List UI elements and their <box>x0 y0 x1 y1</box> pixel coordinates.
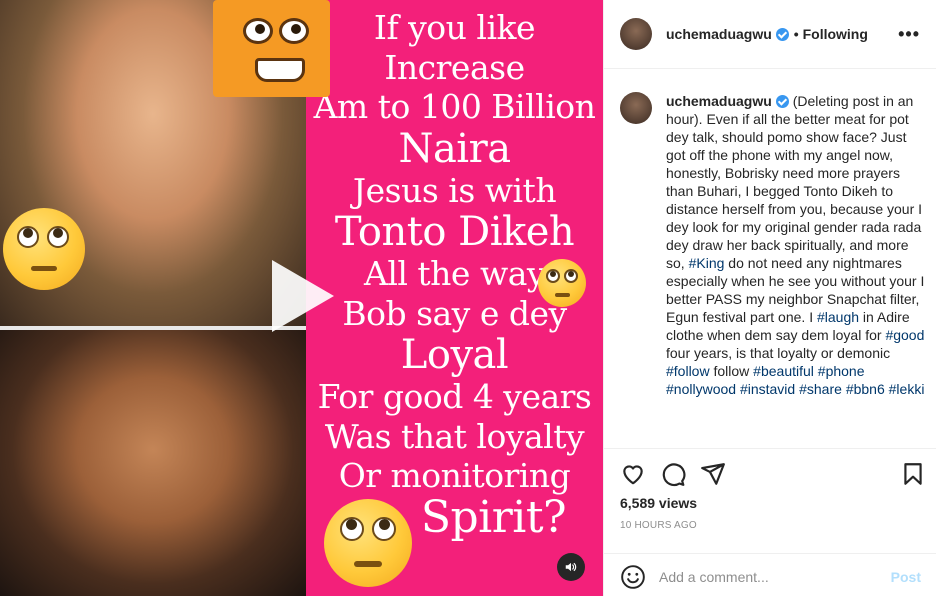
post-comment-button[interactable]: Post <box>891 569 921 585</box>
post-details-panel: uchemaduagwu • Following ••• uchemaduagw… <box>603 0 936 596</box>
grimace-emoji-icon <box>213 0 330 97</box>
hashtag-link[interactable]: #instavid <box>740 381 795 397</box>
hashtag-link[interactable]: #phone <box>818 363 865 379</box>
hashtag-link[interactable]: #King <box>689 255 725 271</box>
post-media[interactable]: If you like Increase Am to 100 Billion N… <box>0 0 603 596</box>
add-comment-bar: Add a comment... Post <box>604 553 936 596</box>
media-text-line: Am to 100 Billion <box>313 87 596 126</box>
caption-segment: (Deleting post in an hour). Even if all … <box>666 93 923 271</box>
smile-icon[interactable] <box>620 564 646 590</box>
speaker-icon <box>565 562 577 572</box>
hashtag-link[interactable]: #laugh <box>817 309 859 325</box>
media-text-line: If you like <box>373 8 536 47</box>
play-icon[interactable] <box>272 260 334 332</box>
eye-roll-emoji-icon <box>538 259 586 307</box>
hashtag-link[interactable]: #good <box>885 327 924 343</box>
caption-segment: four years, is that loyalty or demonic <box>666 345 891 361</box>
post-header: uchemaduagwu • Following ••• <box>604 0 936 69</box>
post-timestamp[interactable]: 10 HOURS AGO <box>620 520 697 531</box>
hashtag-link[interactable]: #share <box>799 381 842 397</box>
avatar[interactable] <box>620 18 652 50</box>
heart-icon[interactable] <box>620 461 646 487</box>
bookmark-icon[interactable] <box>900 461 926 487</box>
media-photo-bottom <box>0 330 306 596</box>
username-link[interactable]: uchemaduagwu <box>666 26 789 42</box>
media-text-line: Increase <box>384 47 525 87</box>
hashtag-link[interactable]: #lekki <box>889 381 925 397</box>
mute-button[interactable] <box>557 553 585 581</box>
post-caption: uchemaduagwu (Deleting post in an hour).… <box>620 92 926 398</box>
comment-icon[interactable] <box>660 461 686 487</box>
comment-input[interactable]: Add a comment... <box>659 569 769 585</box>
media-text-line: Loyal <box>400 332 509 378</box>
eye-roll-emoji-icon <box>3 208 85 290</box>
caption-text: uchemaduagwu (Deleting post in an hour).… <box>666 92 926 398</box>
media-text-line: Tonto Dikeh <box>334 209 575 255</box>
hashtag-link[interactable]: #bbn6 <box>846 381 885 397</box>
media-text-line: Naira <box>398 125 511 172</box>
verified-badge-icon <box>775 95 789 108</box>
media-text-line: For good 4 years <box>317 377 592 416</box>
share-icon[interactable] <box>700 461 726 487</box>
more-options-button[interactable]: ••• <box>898 24 920 45</box>
hashtag-link[interactable]: #follow <box>666 363 710 379</box>
media-text-line: Was that loyalty <box>324 416 585 456</box>
verified-badge-icon <box>775 28 789 41</box>
eye-roll-emoji-icon <box>324 499 412 587</box>
media-text-line: Or monitoring <box>338 456 571 495</box>
following-status[interactable]: • Following <box>794 26 868 42</box>
action-icons <box>620 461 925 487</box>
media-text-line: Jesus is with <box>352 170 557 210</box>
avatar[interactable] <box>620 92 652 124</box>
caption-segment: follow <box>709 363 754 379</box>
hashtag-link[interactable]: #nollywood <box>666 381 736 397</box>
views-count[interactable]: 6,589 views <box>620 495 697 511</box>
hashtag-link[interactable]: #beautiful <box>753 363 814 379</box>
caption-username-link[interactable]: uchemaduagwu <box>666 93 772 109</box>
post-actions: 6,589 views 10 HOURS AGO Add a comment..… <box>604 448 936 596</box>
